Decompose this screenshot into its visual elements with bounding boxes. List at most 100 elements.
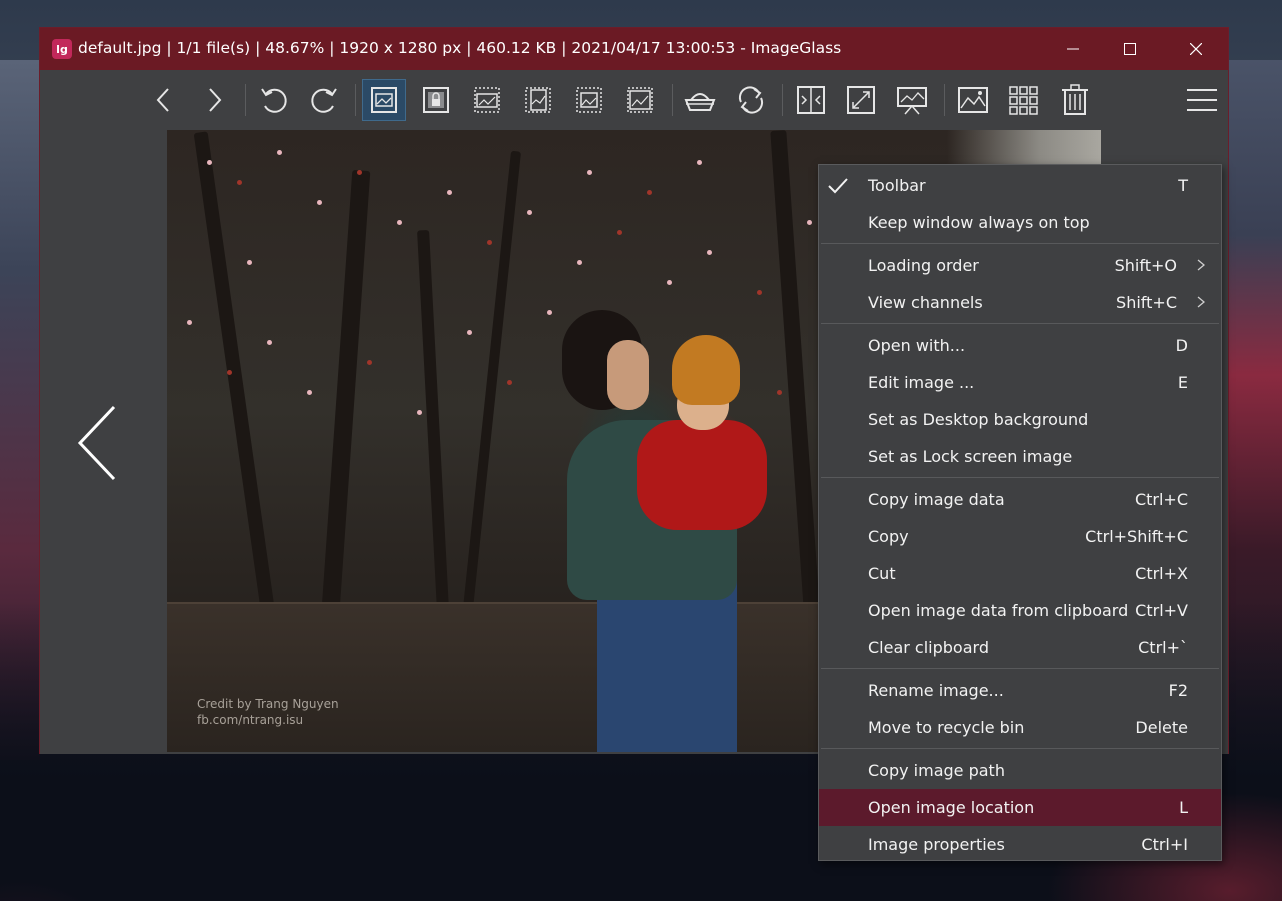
- chevron-right-icon: [1197, 296, 1205, 308]
- menu-item-shortcut: Delete: [1135, 718, 1188, 737]
- photo-child-jacket: [637, 420, 767, 530]
- thumbnail-bar-button[interactable]: [1002, 79, 1046, 121]
- scale-to-height-button[interactable]: [516, 79, 560, 121]
- minimize-icon: [1067, 48, 1079, 50]
- menu-item-keep-on-top[interactable]: Keep window always on top: [819, 204, 1221, 241]
- toolbar-separator: [245, 84, 246, 116]
- view-next-button[interactable]: [192, 79, 236, 121]
- menu-item-shortcut: Ctrl+`: [1138, 638, 1188, 657]
- close-button[interactable]: [1164, 28, 1228, 70]
- rotate-ccw-icon: [261, 88, 287, 113]
- menu-item-label: Image properties: [868, 835, 1005, 854]
- menu-item-move-to-recycle-bin[interactable]: Move to recycle bin Delete: [819, 709, 1221, 746]
- rotate-left-button[interactable]: [252, 79, 296, 121]
- menu-item-set-lock-screen[interactable]: Set as Lock screen image: [819, 438, 1221, 475]
- menu-item-label: Copy image data: [868, 490, 1005, 509]
- menu-item-toolbar[interactable]: Toolbar T: [819, 167, 1221, 204]
- photo-credit-line1: Credit by Trang Nguyen: [197, 697, 339, 711]
- menu-item-copy-image-data[interactable]: Copy image data Ctrl+C: [819, 481, 1221, 518]
- go-to-image-button[interactable]: [789, 79, 833, 121]
- menu-item-label: Rename image...: [868, 681, 1004, 700]
- menu-item-label: Open image data from clipboard: [868, 601, 1129, 620]
- menu-item-shortcut: Ctrl+V: [1135, 601, 1188, 620]
- window-title: default.jpg | 1/1 file(s) | 48.67% | 192…: [78, 39, 842, 57]
- hamburger-icon: [1187, 89, 1217, 111]
- view-previous-button[interactable]: [142, 79, 186, 121]
- photo-tree-trunk: [193, 131, 275, 609]
- menu-item-label: Toolbar: [868, 176, 926, 195]
- menu-item-label: Loading order: [868, 256, 979, 275]
- chevron-right-icon: [1197, 259, 1205, 271]
- photo-tree-trunk: [321, 169, 371, 611]
- menu-item-shortcut: L: [1179, 798, 1188, 817]
- photo-tree-trunk: [417, 229, 449, 611]
- grid-icon: [1009, 86, 1038, 115]
- checkmark-icon: [828, 178, 848, 194]
- menu-item-shortcut: E: [1177, 373, 1188, 392]
- menu-item-label: Open image location: [868, 798, 1035, 817]
- image-height-icon: [525, 87, 551, 113]
- toolbar-separator: [944, 84, 945, 116]
- auto-zoom-button[interactable]: [362, 79, 406, 121]
- photo-mother-face: [607, 340, 649, 410]
- toolbar-separator: [672, 84, 673, 116]
- toolbar: [40, 70, 1228, 128]
- refresh-button[interactable]: [729, 79, 773, 121]
- checkerboard-button[interactable]: [678, 79, 722, 121]
- menu-item-shortcut: Ctrl+Shift+C: [1085, 527, 1188, 546]
- rotate-right-button[interactable]: [302, 79, 346, 121]
- menu-item-edit-image[interactable]: Edit image ... E: [819, 364, 1221, 401]
- image-lock-icon: [423, 87, 449, 113]
- maximize-button[interactable]: [1098, 28, 1162, 70]
- scale-to-fill-button[interactable]: [618, 79, 662, 121]
- image-fit-icon: [371, 87, 397, 113]
- app-logo-icon: lg: [52, 39, 72, 59]
- menu-item-copy-image-path[interactable]: Copy image path: [819, 752, 1221, 789]
- full-screen-button[interactable]: [839, 79, 883, 121]
- menu-item-rename-image[interactable]: Rename image... F2: [819, 672, 1221, 709]
- set-wallpaper-button[interactable]: [951, 79, 995, 121]
- slideshow-button[interactable]: [890, 79, 934, 121]
- menu-item-shortcut: Ctrl+C: [1134, 490, 1188, 509]
- photo-credit: Credit by Trang Nguyen fb.com/ntrang.isu: [197, 696, 339, 728]
- menu-item-label: Copy image path: [868, 761, 1005, 780]
- menu-item-image-properties[interactable]: Image properties Ctrl+I: [819, 826, 1221, 863]
- menu-item-shortcut: Shift+O: [1114, 256, 1177, 275]
- main-menu-button[interactable]: [1182, 79, 1222, 121]
- menu-item-open-from-clipboard[interactable]: Open image data from clipboard Ctrl+V: [819, 592, 1221, 629]
- scale-to-fit-button[interactable]: [567, 79, 611, 121]
- menu-item-cut[interactable]: Cut Ctrl+X: [819, 555, 1221, 592]
- menu-item-label: View channels: [868, 293, 983, 312]
- basket-icon: [684, 93, 716, 111]
- menu-item-label: Cut: [868, 564, 896, 583]
- image-fill-icon: [627, 87, 653, 113]
- menu-item-clear-clipboard[interactable]: Clear clipboard Ctrl+`: [819, 629, 1221, 666]
- refresh-icon: [738, 86, 764, 114]
- maximize-icon: [1124, 43, 1136, 55]
- menu-item-label: Clear clipboard: [868, 638, 989, 657]
- menu-item-open-image-location[interactable]: Open image location L: [819, 789, 1221, 826]
- menu-item-label: Copy: [868, 527, 909, 546]
- minimize-button[interactable]: [1041, 28, 1105, 70]
- lock-zoom-button[interactable]: [414, 79, 458, 121]
- view-previous-overlay-button[interactable]: [76, 403, 126, 483]
- delete-button[interactable]: [1053, 79, 1097, 121]
- menu-item-shortcut: Shift+C: [1116, 293, 1177, 312]
- presentation-icon: [897, 87, 927, 115]
- close-icon: [1190, 43, 1202, 55]
- landscape-icon: [958, 87, 988, 113]
- menu-item-set-desktop-background[interactable]: Set as Desktop background: [819, 401, 1221, 438]
- photo-tree-trunk: [770, 130, 820, 610]
- menu-item-loading-order[interactable]: Loading order Shift+O: [819, 247, 1221, 284]
- chevron-right-icon: [209, 88, 222, 112]
- menu-item-label: Open with...: [868, 336, 966, 355]
- menu-item-open-with[interactable]: Open with... D: [819, 327, 1221, 364]
- menu-item-copy[interactable]: Copy Ctrl+Shift+C: [819, 518, 1221, 555]
- toolbar-separator: [782, 84, 783, 116]
- title-bar[interactable]: lg default.jpg | 1/1 file(s) | 48.67% | …: [40, 28, 1228, 70]
- menu-item-view-channels[interactable]: View channels Shift+C: [819, 284, 1221, 321]
- trash-icon: [1062, 84, 1088, 115]
- photo-credit-line2: fb.com/ntrang.isu: [197, 713, 304, 727]
- menu-item-shortcut: Ctrl+I: [1141, 835, 1188, 854]
- scale-to-width-button[interactable]: [465, 79, 509, 121]
